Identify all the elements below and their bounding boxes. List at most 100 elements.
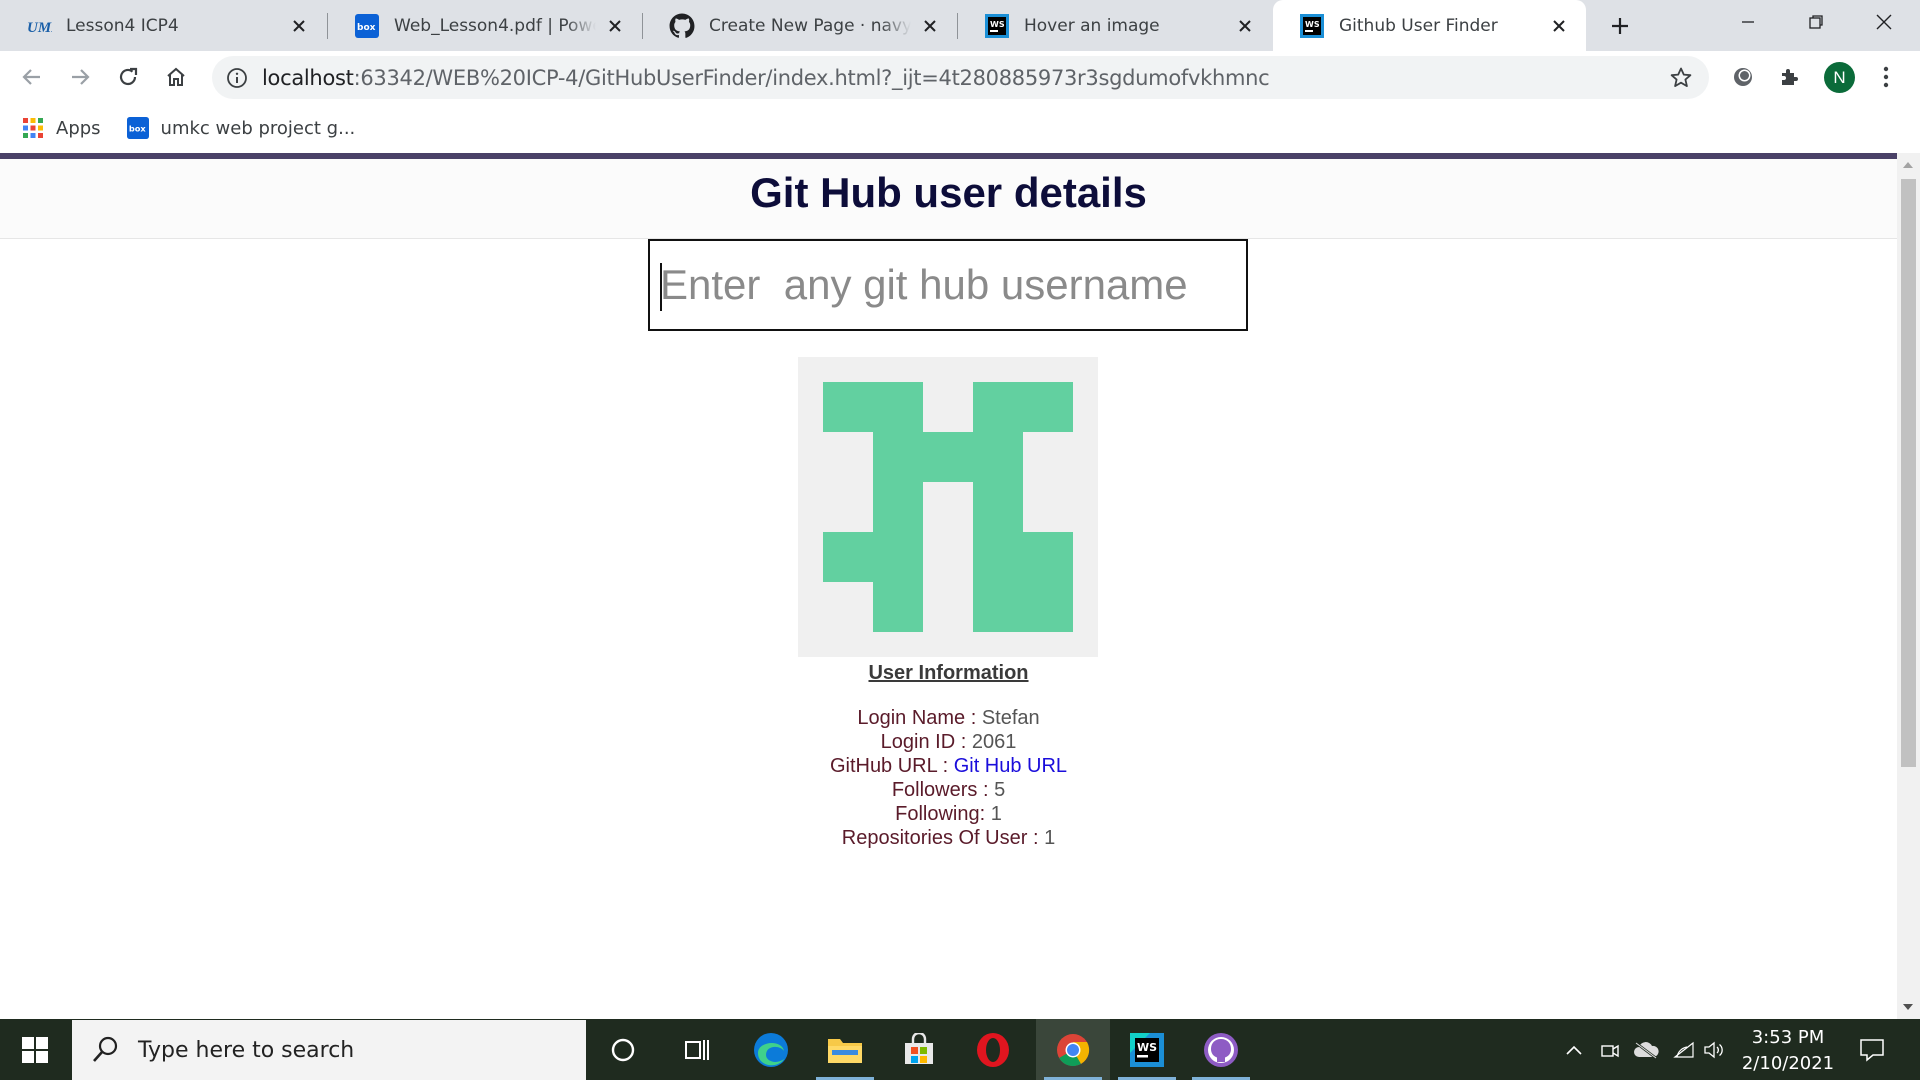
apps-grid-icon — [22, 117, 44, 139]
wifi-icon[interactable] — [1670, 1019, 1698, 1080]
followers-row: Followers : 5 — [891, 779, 1006, 801]
action-center-button[interactable] — [1850, 1019, 1894, 1080]
github-icon — [669, 13, 695, 39]
new-tab-button[interactable] — [1604, 10, 1636, 42]
onedrive-offline-icon[interactable] — [1630, 1019, 1662, 1080]
restore-button[interactable] — [1782, 0, 1850, 44]
github-url-link[interactable]: Git Hub URL — [954, 755, 1067, 777]
windows-logo-icon — [22, 1036, 48, 1063]
page-title: Git Hub user details — [750, 169, 1147, 216]
volume-icon[interactable] — [1700, 1019, 1728, 1080]
bookmark-umkc-web-project[interactable]: box umkc web project g... — [126, 117, 355, 139]
show-hidden-icons-button[interactable] — [1560, 1019, 1588, 1080]
tab-hover-an-image[interactable]: WS Hover an image — [958, 0, 1272, 51]
clock-date: 2/10/2021 — [1741, 1053, 1835, 1074]
tab-lesson4-icp4[interactable]: UMKC Lesson4 ICP4 — [0, 0, 326, 51]
user-avatar-identicon — [798, 357, 1098, 657]
windows-taskbar: Type here to search WS 3:53 PM 2/10/2021 — [0, 1019, 1920, 1080]
page-header: Git Hub user details — [0, 159, 1897, 239]
taskbar-webstorm[interactable]: WS — [1110, 1019, 1184, 1080]
following-row: Following: 1 — [895, 803, 1002, 825]
close-icon[interactable] — [919, 15, 941, 37]
svg-text:WS: WS — [990, 20, 1005, 29]
svg-text:box: box — [357, 23, 376, 33]
scrollbar-thumb[interactable] — [1901, 179, 1916, 767]
taskbar-clock[interactable]: 3:53 PM 2/10/2021 — [1732, 1025, 1844, 1077]
taskbar-search-box[interactable]: Type here to search — [72, 1020, 586, 1080]
taskbar-store[interactable] — [882, 1019, 956, 1080]
page-viewport: Git Hub user details User Information Lo… — [0, 153, 1897, 1019]
github-desktop-icon — [1204, 1032, 1238, 1067]
start-button[interactable] — [0, 1019, 70, 1080]
tab-strip: UMKC Lesson4 ICP4 box Web_Lesson4.pdf | … — [0, 0, 1920, 51]
github-url-row: GitHub URL : Git Hub URL — [829, 755, 1068, 777]
close-window-button[interactable] — [1850, 0, 1918, 44]
bookmarks-bar: Apps box umkc web project g... — [0, 103, 1920, 153]
url-text[interactable]: localhost:63342/WEB%20ICP-4/GitHubUserFi… — [262, 66, 1270, 90]
login-id-value: 2061 — [971, 731, 1017, 753]
username-search-input[interactable] — [650, 241, 1246, 329]
followers-value: 5 — [994, 779, 1006, 801]
user-info-heading: User Information — [868, 662, 1029, 684]
username-search-box[interactable] — [648, 239, 1248, 331]
chrome-icon — [1057, 1033, 1090, 1066]
home-button[interactable] — [158, 59, 194, 95]
tab-github-user-finder[interactable]: WS Github User Finder — [1273, 0, 1586, 51]
minimize-button[interactable] — [1714, 0, 1782, 44]
umkc-logo-icon: UMKC — [26, 13, 52, 39]
svg-text:box: box — [128, 124, 146, 134]
opera-icon — [977, 1032, 1009, 1067]
clock-time: 3:53 PM — [1751, 1027, 1825, 1048]
svg-text:UMKC: UMKC — [27, 20, 52, 36]
task-view-button[interactable] — [660, 1019, 734, 1080]
store-bag-icon — [905, 1032, 933, 1064]
close-icon[interactable] — [1548, 15, 1570, 37]
edge-icon — [754, 1032, 788, 1067]
scroll-down-arrow[interactable] — [1903, 1004, 1913, 1010]
following-value: 1 — [990, 803, 1002, 825]
box-icon: box — [126, 117, 149, 139]
close-icon[interactable] — [604, 15, 626, 37]
folder-icon — [828, 1038, 862, 1063]
close-icon[interactable] — [288, 15, 310, 37]
address-bar[interactable]: localhost:63342/WEB%20ICP-4/GitHubUserFi… — [212, 56, 1709, 99]
forward-button[interactable] — [62, 59, 98, 95]
cortana-circle-icon — [611, 1038, 635, 1061]
text-caret — [660, 263, 662, 311]
menu-kebab-icon[interactable] — [1872, 63, 1900, 91]
taskbar-opera[interactable] — [956, 1019, 1030, 1080]
profile-avatar[interactable]: N — [1824, 62, 1855, 93]
info-icon[interactable] — [226, 67, 248, 89]
taskbar-github-desktop[interactable] — [1184, 1019, 1258, 1080]
webstorm-icon: WS — [1130, 1032, 1164, 1067]
extensions-puzzle-icon[interactable] — [1776, 63, 1804, 91]
tab-create-new-page[interactable]: Create New Page · navyaweb — [643, 0, 957, 51]
taskbar-file-explorer[interactable] — [808, 1019, 882, 1080]
reload-button[interactable] — [110, 59, 146, 95]
repositories-row: Repositories Of User : 1 — [841, 827, 1056, 849]
back-button[interactable] — [14, 59, 50, 95]
svg-text:WS: WS — [1137, 1041, 1157, 1054]
search-icon — [93, 1036, 118, 1062]
login-name-row: Login Name : Stefan — [857, 707, 1040, 729]
cortana-button[interactable] — [586, 1019, 660, 1080]
close-icon[interactable] — [1234, 15, 1256, 37]
page-scrollbar[interactable] — [1897, 153, 1920, 1019]
browser-toolbar: localhost:63342/WEB%20ICP-4/GitHubUserFi… — [0, 51, 1920, 103]
webstorm-icon: WS — [1299, 13, 1325, 39]
bookmark-apps[interactable]: Apps — [22, 117, 101, 139]
svg-text:WS: WS — [1305, 20, 1320, 29]
device-meeting-icon — [1601, 1044, 1619, 1057]
bookmark-star-icon[interactable] — [1669, 66, 1693, 90]
taskbar-edge[interactable] — [734, 1019, 808, 1080]
box-icon: box — [354, 13, 380, 39]
webstorm-icon: WS — [984, 13, 1010, 39]
scroll-up-arrow[interactable] — [1903, 162, 1913, 168]
tab-web-lesson4-pdf[interactable]: box Web_Lesson4.pdf | Powered by Box — [328, 0, 642, 51]
user-information: User Information Login Name : Stefan Log… — [0, 658, 1897, 850]
task-view-icon — [685, 1039, 709, 1060]
extension-circle-icon[interactable] — [1729, 63, 1757, 91]
taskbar-chrome[interactable] — [1036, 1019, 1110, 1080]
tray-device-icon[interactable] — [1596, 1019, 1624, 1080]
chevron-up-icon — [1566, 1045, 1582, 1055]
